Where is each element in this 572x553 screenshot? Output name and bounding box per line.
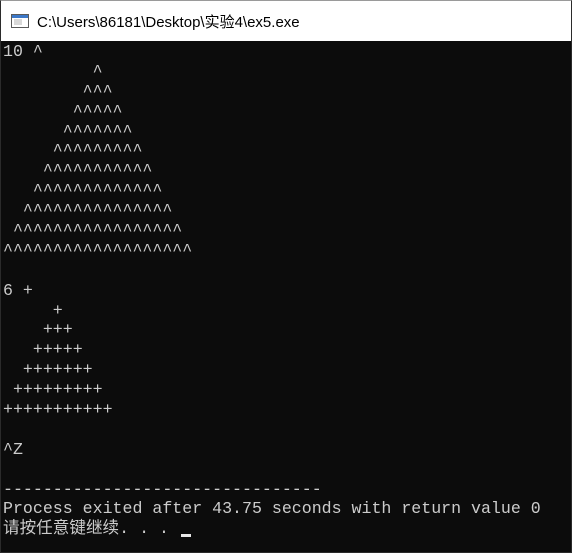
console-line: +++ — [3, 320, 73, 340]
console-output[interactable]: 10 ^ ^ ^^^ ^^^^^ ^^^^^^^ ^^^^^^^^^ ^^^^^… — [1, 41, 571, 552]
console-line: ^^^^^^^^^^^ — [3, 161, 153, 181]
console-app-icon[interactable] — [11, 14, 29, 28]
console-line: 6 + — [3, 280, 33, 300]
title-bar[interactable]: C:\Users\86181\Desktop\实验4\ex5.exe — [1, 1, 571, 41]
console-line: ^^^^^^^^^^^^^ — [3, 181, 163, 201]
console-line: ^^^^^^^^^^^^^^^^^ — [3, 221, 183, 241]
text-cursor — [180, 534, 191, 538]
console-line: +++++++++++ — [3, 400, 113, 420]
console-prompt-line: 请按任意键继续. . . — [3, 519, 571, 539]
console-line: ^^^^^^^ — [3, 121, 133, 141]
console-line: 10 ^ — [3, 42, 43, 61]
console-line: ^^^ — [3, 81, 113, 101]
window-title: C:\Users\86181\Desktop\实验4\ex5.exe — [37, 13, 300, 31]
console-window: C:\Users\86181\Desktop\实验4\ex5.exe 10 ^ … — [0, 0, 572, 553]
console-line: Process exited after 43.75 seconds with … — [3, 499, 541, 519]
console-line: +++++++++ — [3, 380, 103, 400]
console-line: ^^^^^^^^^^^^^^^ — [3, 201, 173, 221]
console-line: ^ — [3, 61, 103, 81]
console-line: + — [3, 300, 63, 320]
console-line: ^^^^^^^^^^^^^^^^^^^ — [3, 240, 193, 260]
console-line: ^^^^^^^^^ — [3, 141, 143, 161]
console-line: -------------------------------- — [3, 479, 322, 499]
console-line: 请按任意键继续. . . — [3, 519, 179, 539]
console-line: ^Z — [3, 439, 23, 459]
console-line: +++++ — [3, 340, 83, 360]
console-line: ^^^^^ — [3, 101, 123, 121]
console-line: +++++++ — [3, 360, 93, 380]
